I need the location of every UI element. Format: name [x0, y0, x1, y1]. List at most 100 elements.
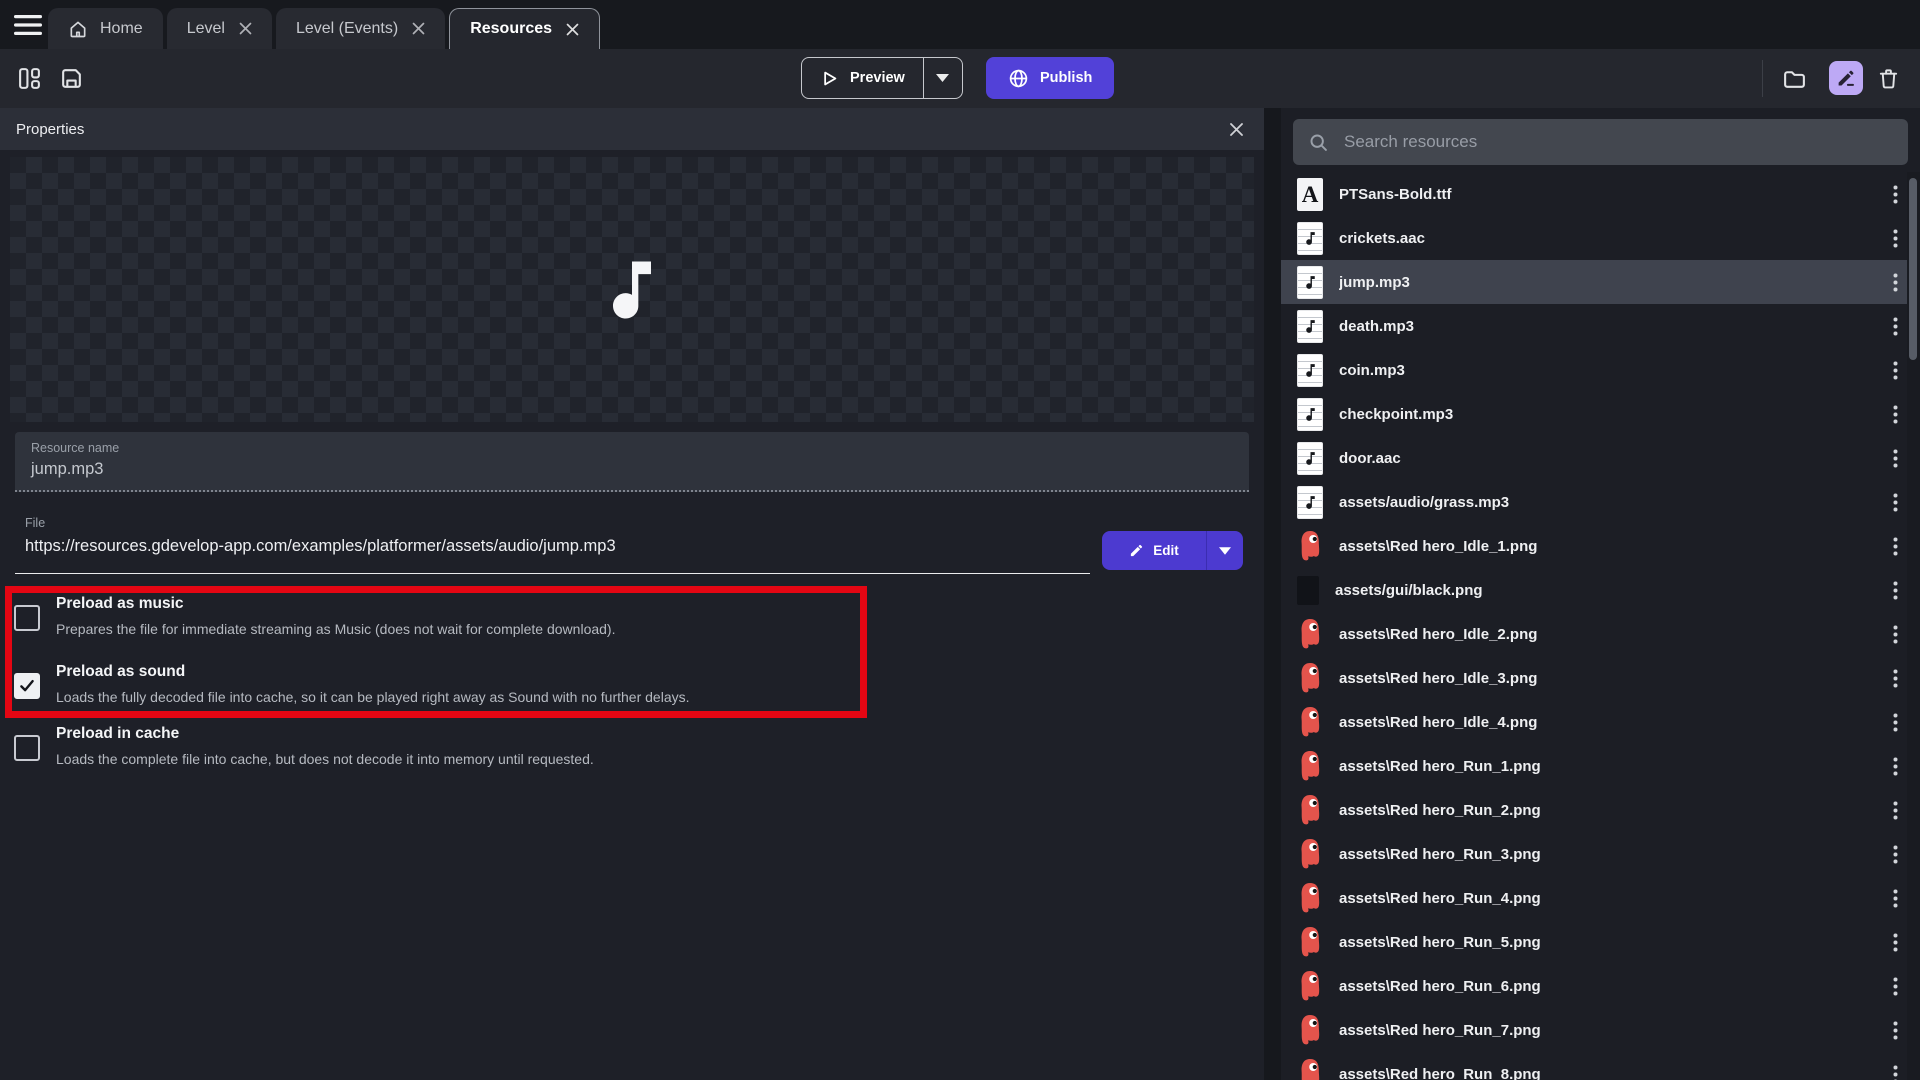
- preview-button[interactable]: Preview: [802, 58, 923, 98]
- audio-file-icon: [1297, 222, 1323, 255]
- tab-close-button[interactable]: [412, 22, 425, 35]
- resource-row[interactable]: jump.mp3: [1281, 260, 1920, 304]
- resource-row[interactable]: assets\Red hero_Run_2.png: [1281, 788, 1920, 832]
- toolbar: Preview Publish: [0, 49, 1920, 108]
- resource-name: assets\Red hero_Run_4.png: [1339, 890, 1871, 907]
- kebab-menu-icon: [1893, 1021, 1898, 1040]
- tab-level-events[interactable]: Level (Events): [276, 8, 445, 49]
- resource-row[interactable]: door.aac: [1281, 436, 1920, 480]
- pencil-icon: [1836, 68, 1857, 89]
- tab-close-button[interactable]: [566, 23, 579, 36]
- resource-menu-button[interactable]: [1887, 709, 1904, 736]
- tab-bar: Home Level Level (Events) Resources: [0, 0, 1920, 49]
- resource-row[interactable]: assets\Red hero_Run_3.png: [1281, 832, 1920, 876]
- open-resource-folder-button[interactable]: [1777, 61, 1811, 95]
- resource-row[interactable]: assets\Red hero_Idle_3.png: [1281, 656, 1920, 700]
- resource-menu-button[interactable]: [1887, 1017, 1904, 1044]
- search-input[interactable]: [1342, 131, 1893, 153]
- trash-icon: [1877, 67, 1900, 90]
- image-thumbnail-red-hero: [1297, 530, 1323, 563]
- globe-icon: [1008, 68, 1029, 89]
- resource-row[interactable]: assets\Red hero_Run_5.png: [1281, 920, 1920, 964]
- kebab-menu-icon: [1893, 933, 1898, 952]
- preload-checkbox[interactable]: [14, 673, 40, 699]
- save-button[interactable]: [54, 61, 88, 95]
- resource-menu-button[interactable]: [1887, 841, 1904, 868]
- close-icon: [566, 23, 579, 36]
- resource-row[interactable]: assets\Red hero_Run_7.png: [1281, 1008, 1920, 1052]
- resource-menu-button[interactable]: [1887, 973, 1904, 1000]
- resource-name: assets\Red hero_Idle_2.png: [1339, 626, 1871, 643]
- preload-checkbox[interactable]: [14, 735, 40, 761]
- resource-row[interactable]: coin.mp3: [1281, 348, 1920, 392]
- resource-menu-button[interactable]: [1887, 533, 1904, 560]
- resource-menu-button[interactable]: [1887, 357, 1904, 384]
- resource-menu-button[interactable]: [1887, 489, 1904, 516]
- resource-name: assets\Red hero_Idle_1.png: [1339, 538, 1871, 555]
- preview-options-button[interactable]: [924, 58, 962, 98]
- resource-row[interactable]: checkpoint.mp3: [1281, 392, 1920, 436]
- resource-menu-button[interactable]: [1887, 269, 1904, 296]
- resource-row[interactable]: death.mp3: [1281, 304, 1920, 348]
- hamburger-icon: [14, 15, 42, 35]
- tab-level[interactable]: Level: [167, 8, 272, 49]
- play-icon: [820, 69, 839, 88]
- search-icon: [1308, 132, 1329, 153]
- resource-name: coin.mp3: [1339, 362, 1871, 379]
- resource-menu-button[interactable]: [1887, 753, 1904, 780]
- resource-row[interactable]: assets\Red hero_Run_4.png: [1281, 876, 1920, 920]
- resource-row[interactable]: assets\Red hero_Idle_4.png: [1281, 700, 1920, 744]
- tab-label: Level (Events): [296, 20, 398, 38]
- resource-menu-button[interactable]: [1887, 929, 1904, 956]
- resource-name: jump.mp3: [1339, 274, 1871, 291]
- resource-menu-button[interactable]: [1887, 665, 1904, 692]
- preload-option-row: Preload as sound Loads the fully decoded…: [0, 663, 920, 719]
- resource-menu-button[interactable]: [1887, 313, 1904, 340]
- tab-home[interactable]: Home: [48, 8, 163, 49]
- tab-resources[interactable]: Resources: [449, 8, 600, 49]
- kebab-menu-icon: [1893, 405, 1898, 424]
- resource-menu-button[interactable]: [1887, 1061, 1904, 1080]
- scrollbar-thumb[interactable]: [1909, 178, 1917, 360]
- resource-menu-button[interactable]: [1887, 401, 1904, 428]
- resource-menu-button[interactable]: [1887, 225, 1904, 252]
- resource-row[interactable]: assets\Red hero_Idle_1.png: [1281, 524, 1920, 568]
- resource-row[interactable]: assets/gui/black.png: [1281, 568, 1920, 612]
- resource-name: assets\Red hero_Run_2.png: [1339, 802, 1871, 819]
- resource-row[interactable]: assets\Red hero_Idle_2.png: [1281, 612, 1920, 656]
- resource-row[interactable]: crickets.aac: [1281, 216, 1920, 260]
- publish-button[interactable]: Publish: [986, 57, 1114, 99]
- tab-close-button[interactable]: [239, 22, 252, 35]
- resource-menu-button[interactable]: [1887, 445, 1904, 472]
- preload-checkbox[interactable]: [14, 605, 40, 631]
- resource-name: checkpoint.mp3: [1339, 406, 1871, 423]
- save-icon: [59, 66, 84, 91]
- resource-menu-button[interactable]: [1887, 577, 1904, 604]
- delete-resource-button[interactable]: [1871, 61, 1905, 95]
- kebab-menu-icon: [1893, 977, 1898, 996]
- project-manager-button[interactable]: [12, 61, 46, 95]
- resource-row[interactable]: A PTSans-Bold.ttf: [1281, 172, 1920, 216]
- resource-menu-button[interactable]: [1887, 797, 1904, 824]
- kebab-menu-icon: [1893, 845, 1898, 864]
- resource-row[interactable]: assets\Red hero_Run_1.png: [1281, 744, 1920, 788]
- resource-list: A PTSans-Bold.ttf crickets.aac jump.m: [1281, 172, 1920, 1080]
- resource-row[interactable]: assets\Red hero_Run_8.png: [1281, 1052, 1920, 1080]
- resource-name: assets\Red hero_Run_5.png: [1339, 934, 1871, 951]
- edit-resource-button[interactable]: [1829, 61, 1863, 95]
- resource-menu-button[interactable]: [1887, 885, 1904, 912]
- resource-menu-button[interactable]: [1887, 621, 1904, 648]
- kebab-menu-icon: [1893, 669, 1898, 688]
- main-menu-button[interactable]: [8, 0, 48, 49]
- checkmark-icon: [18, 677, 36, 695]
- tab-label: Home: [100, 20, 143, 38]
- resource-menu-button[interactable]: [1887, 181, 1904, 208]
- preload-option-label: Preload as music: [56, 595, 184, 613]
- audio-file-icon: [1297, 398, 1323, 431]
- resource-row[interactable]: assets\Red hero_Run_6.png: [1281, 964, 1920, 1008]
- resource-name: assets\Red hero_Run_3.png: [1339, 846, 1871, 863]
- image-thumbnail-red-hero: [1297, 838, 1323, 871]
- image-thumbnail-red-hero: [1297, 750, 1323, 783]
- resource-row[interactable]: assets/audio/grass.mp3: [1281, 480, 1920, 524]
- scrollbar-track[interactable]: [1907, 172, 1920, 1080]
